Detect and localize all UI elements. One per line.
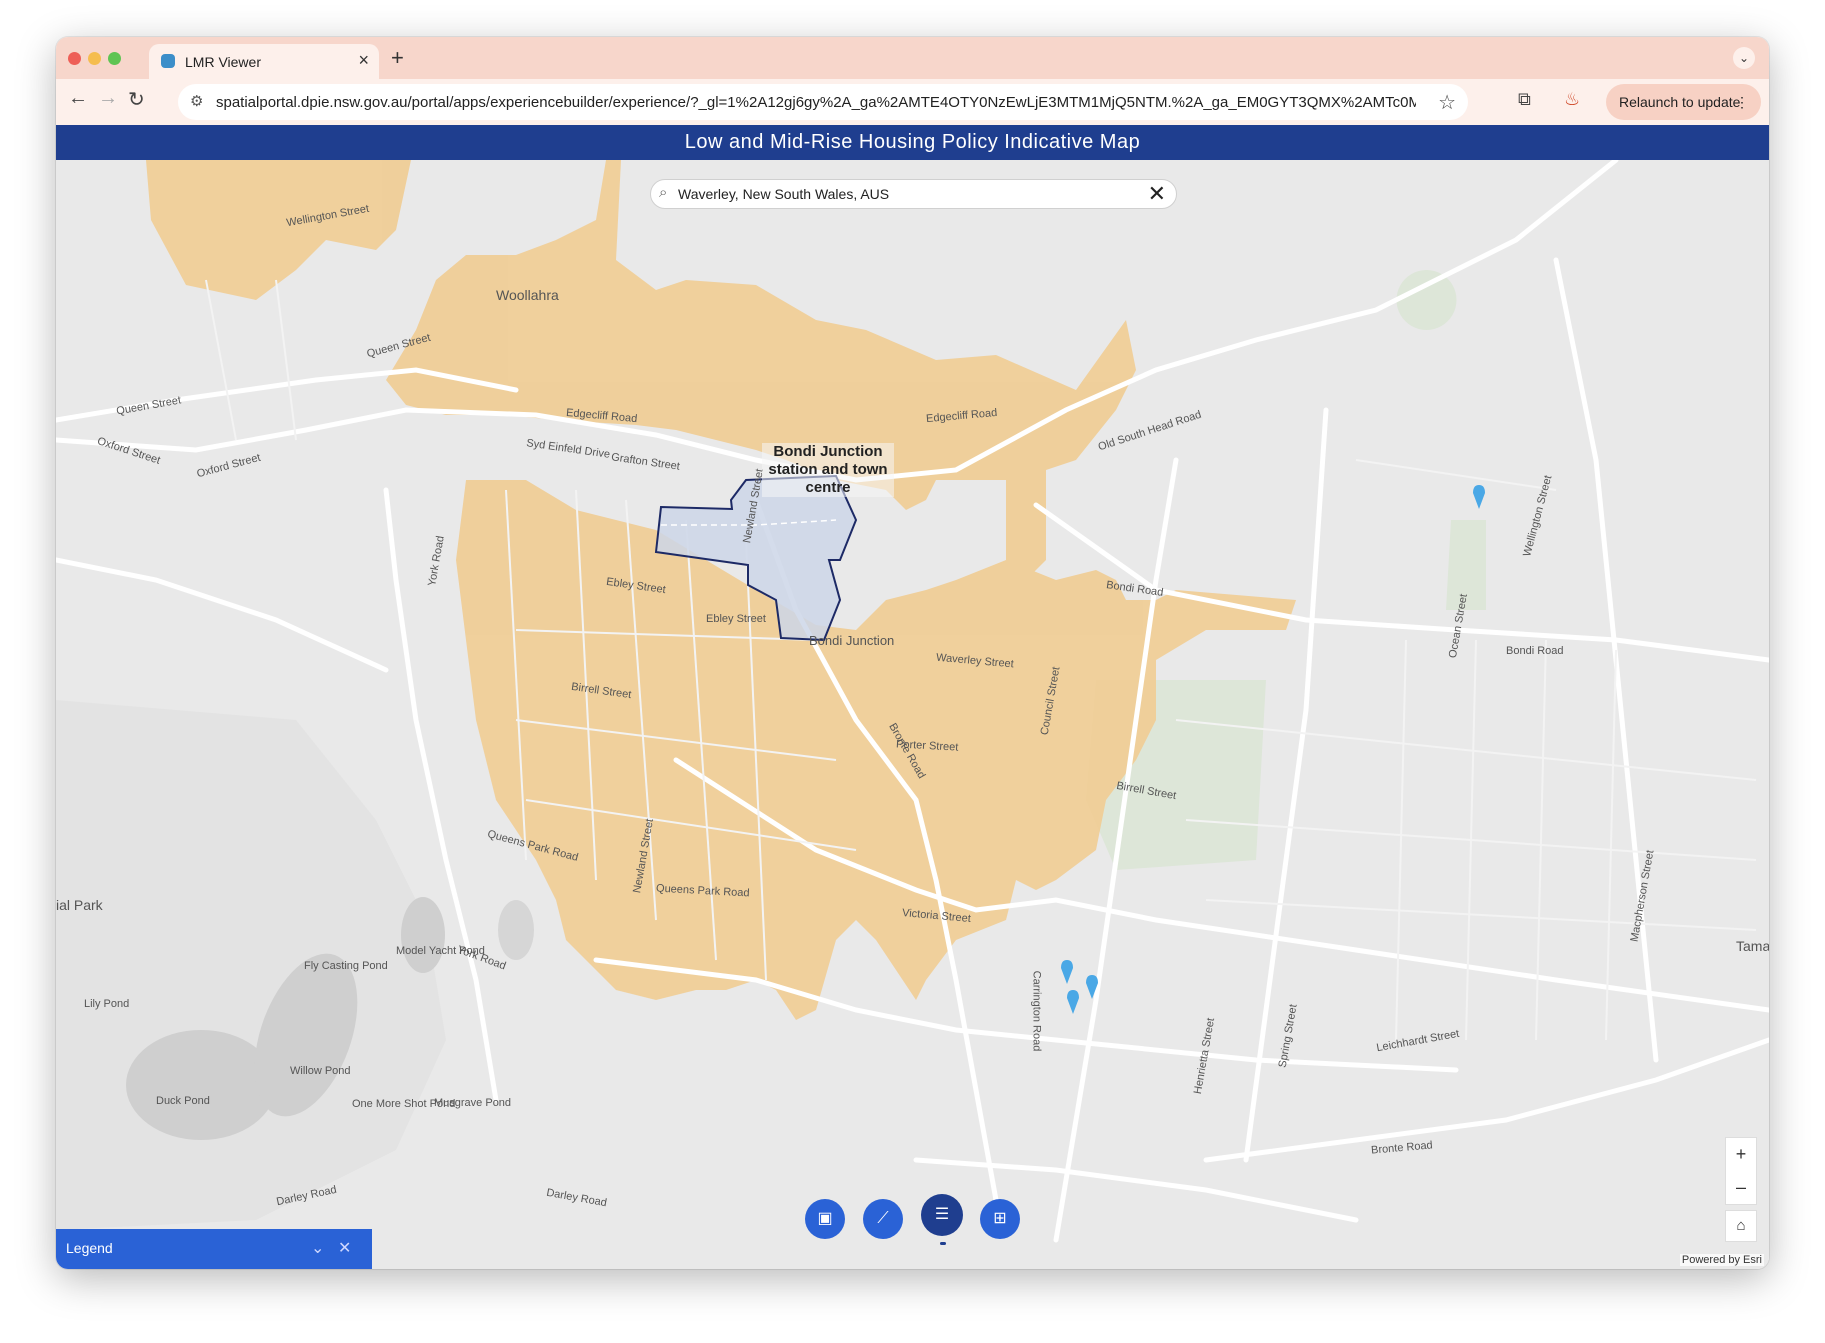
- water-label: Musgrave Pond: [434, 1097, 512, 1109]
- search-box[interactable]: ⌕ Waverley, New South Wales, AUS ✕: [650, 179, 1177, 209]
- chevron-down-icon[interactable]: ⌄: [311, 1238, 324, 1258]
- street-label: Carrington Road: [1030, 970, 1043, 1052]
- map-marker-icon[interactable]: [1473, 485, 1485, 509]
- water-label: Duck Pond: [156, 1095, 210, 1107]
- home-icon: ⌂: [1736, 1217, 1746, 1234]
- app-header: Low and Mid-Rise Housing Policy Indicati…: [56, 125, 1769, 160]
- duck-pond: [126, 1030, 276, 1140]
- browser-toolbar: ← → ↻ ⚙ spatialportal.dpie.nsw.gov.au/po…: [56, 79, 1769, 125]
- url-text[interactable]: spatialportal.dpie.nsw.gov.au/portal/app…: [216, 94, 1416, 111]
- zoom-out-button[interactable]: –: [1726, 1171, 1756, 1204]
- suburb-label: Woollahra: [496, 287, 559, 303]
- lmr-zone[interactable]: [146, 160, 411, 300]
- zoom-control: + –: [1725, 1137, 1757, 1205]
- bookmark-icon: ▣: [817, 1210, 833, 1227]
- area-label: Bondi Junction: [809, 633, 895, 648]
- legend-panel[interactable]: Legend ⌄ ✕: [56, 1229, 372, 1269]
- extension-flame-icon[interactable]: ♨: [1564, 89, 1580, 110]
- globe-icon: [161, 54, 175, 68]
- home-button[interactable]: ⌂: [1725, 1210, 1757, 1242]
- water-label: Willow Pond: [290, 1065, 351, 1077]
- street-label: Ebley Street: [706, 613, 766, 625]
- suburb-label: Tama: [1736, 938, 1769, 954]
- site-settings-icon[interactable]: ⚙: [190, 92, 203, 110]
- water-label: Fly Casting Pond: [304, 960, 388, 972]
- map-view[interactable]: Woollahra ial Park Tama Oxford Street Sy…: [56, 160, 1769, 1269]
- water-label: Lily Pond: [84, 998, 130, 1010]
- tab-title: LMR Viewer: [185, 54, 261, 70]
- map-canvas[interactable]: [56, 160, 1769, 1269]
- relaunch-label: Relaunch to update: [1619, 94, 1741, 110]
- reload-icon[interactable]: ↻: [128, 87, 145, 112]
- browser-tab[interactable]: LMR Viewer ×: [149, 44, 379, 79]
- map-marker-icon[interactable]: [1061, 960, 1073, 984]
- legend-title: Legend: [66, 1240, 113, 1256]
- park-area: [1396, 270, 1457, 330]
- browser-window: LMR Viewer × + ⌄ ← → ↻ ⚙ spatialportal.d…: [56, 37, 1769, 1269]
- measure-button[interactable]: ⟋: [863, 1199, 903, 1239]
- model-yacht-pond: [401, 897, 445, 973]
- bookmark-button[interactable]: ▣: [805, 1199, 845, 1239]
- measure-icon: ⟋: [877, 1210, 889, 1227]
- clear-search-button[interactable]: ✕: [1148, 181, 1166, 207]
- close-icon[interactable]: ×: [358, 50, 369, 71]
- new-tab-button[interactable]: +: [391, 45, 404, 71]
- active-indicator: [940, 1242, 946, 1245]
- close-window-button[interactable]: [68, 52, 81, 65]
- bookmark-star-icon[interactable]: ☆: [1438, 90, 1456, 115]
- address-bar[interactable]: ⚙ spatialportal.dpie.nsw.gov.au/portal/a…: [178, 84, 1468, 120]
- tab-bar: LMR Viewer × + ⌄: [56, 37, 1769, 79]
- more-menu-icon[interactable]: ⋮: [1735, 84, 1749, 120]
- station-precinct-label: Bondi Junction station and town centre: [762, 443, 894, 497]
- water-label: Model Yacht Pond: [396, 945, 485, 957]
- suburb-label: ial Park: [56, 897, 103, 913]
- extensions-icon[interactable]: ⧉: [1518, 89, 1531, 110]
- search-input[interactable]: Waverley, New South Wales, AUS: [678, 186, 889, 202]
- basemap-gallery-icon: ⊞: [993, 1210, 1007, 1227]
- map-marker-icon[interactable]: [1067, 990, 1079, 1014]
- forward-icon[interactable]: →: [98, 87, 118, 110]
- search-icon: ⌕: [659, 184, 668, 201]
- street-label: Bondi Road: [1506, 645, 1564, 657]
- attribution: Powered by Esri: [1679, 1254, 1764, 1266]
- back-icon[interactable]: ←: [68, 87, 88, 110]
- pond: [498, 900, 534, 960]
- zoom-in-button[interactable]: +: [1726, 1138, 1756, 1171]
- tab-search-button[interactable]: ⌄: [1733, 47, 1755, 69]
- relaunch-button[interactable]: Relaunch to update ⋮: [1606, 84, 1761, 120]
- minimize-window-button[interactable]: [88, 52, 101, 65]
- layer-list-icon: ☰: [934, 1206, 950, 1223]
- layer-list-button[interactable]: ☰: [921, 1194, 963, 1236]
- close-icon[interactable]: ✕: [338, 1238, 351, 1258]
- maximize-window-button[interactable]: [108, 52, 121, 65]
- basemap-gallery-button[interactable]: ⊞: [980, 1199, 1020, 1239]
